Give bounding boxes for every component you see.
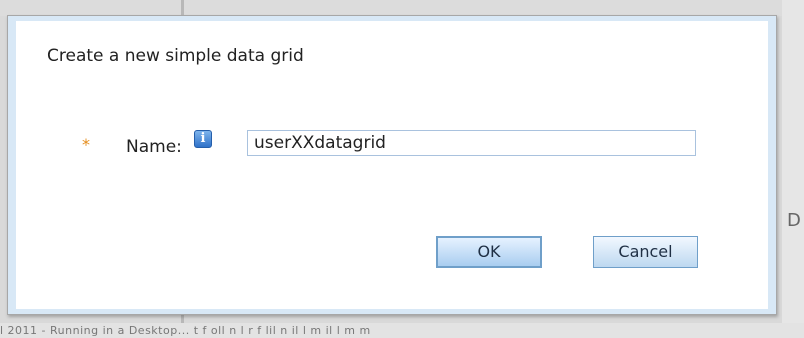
required-marker: * [82, 135, 90, 154]
background-letter: D [787, 210, 801, 231]
background-bottom-text: l 2011 - Running in a Desktop... t f oll… [0, 324, 371, 337]
info-icon[interactable]: i [194, 130, 212, 148]
name-input[interactable] [247, 130, 696, 156]
background-bottom-strip: l 2011 - Running in a Desktop... t f oll… [0, 323, 804, 338]
name-label: Name: [126, 137, 182, 157]
background-right-panel [782, 0, 804, 338]
background-top-bar [0, 0, 804, 16]
cancel-button[interactable]: Cancel [593, 236, 698, 268]
dialog-title: Create a new simple data grid [47, 46, 304, 66]
ok-button[interactable]: OK [436, 236, 542, 268]
